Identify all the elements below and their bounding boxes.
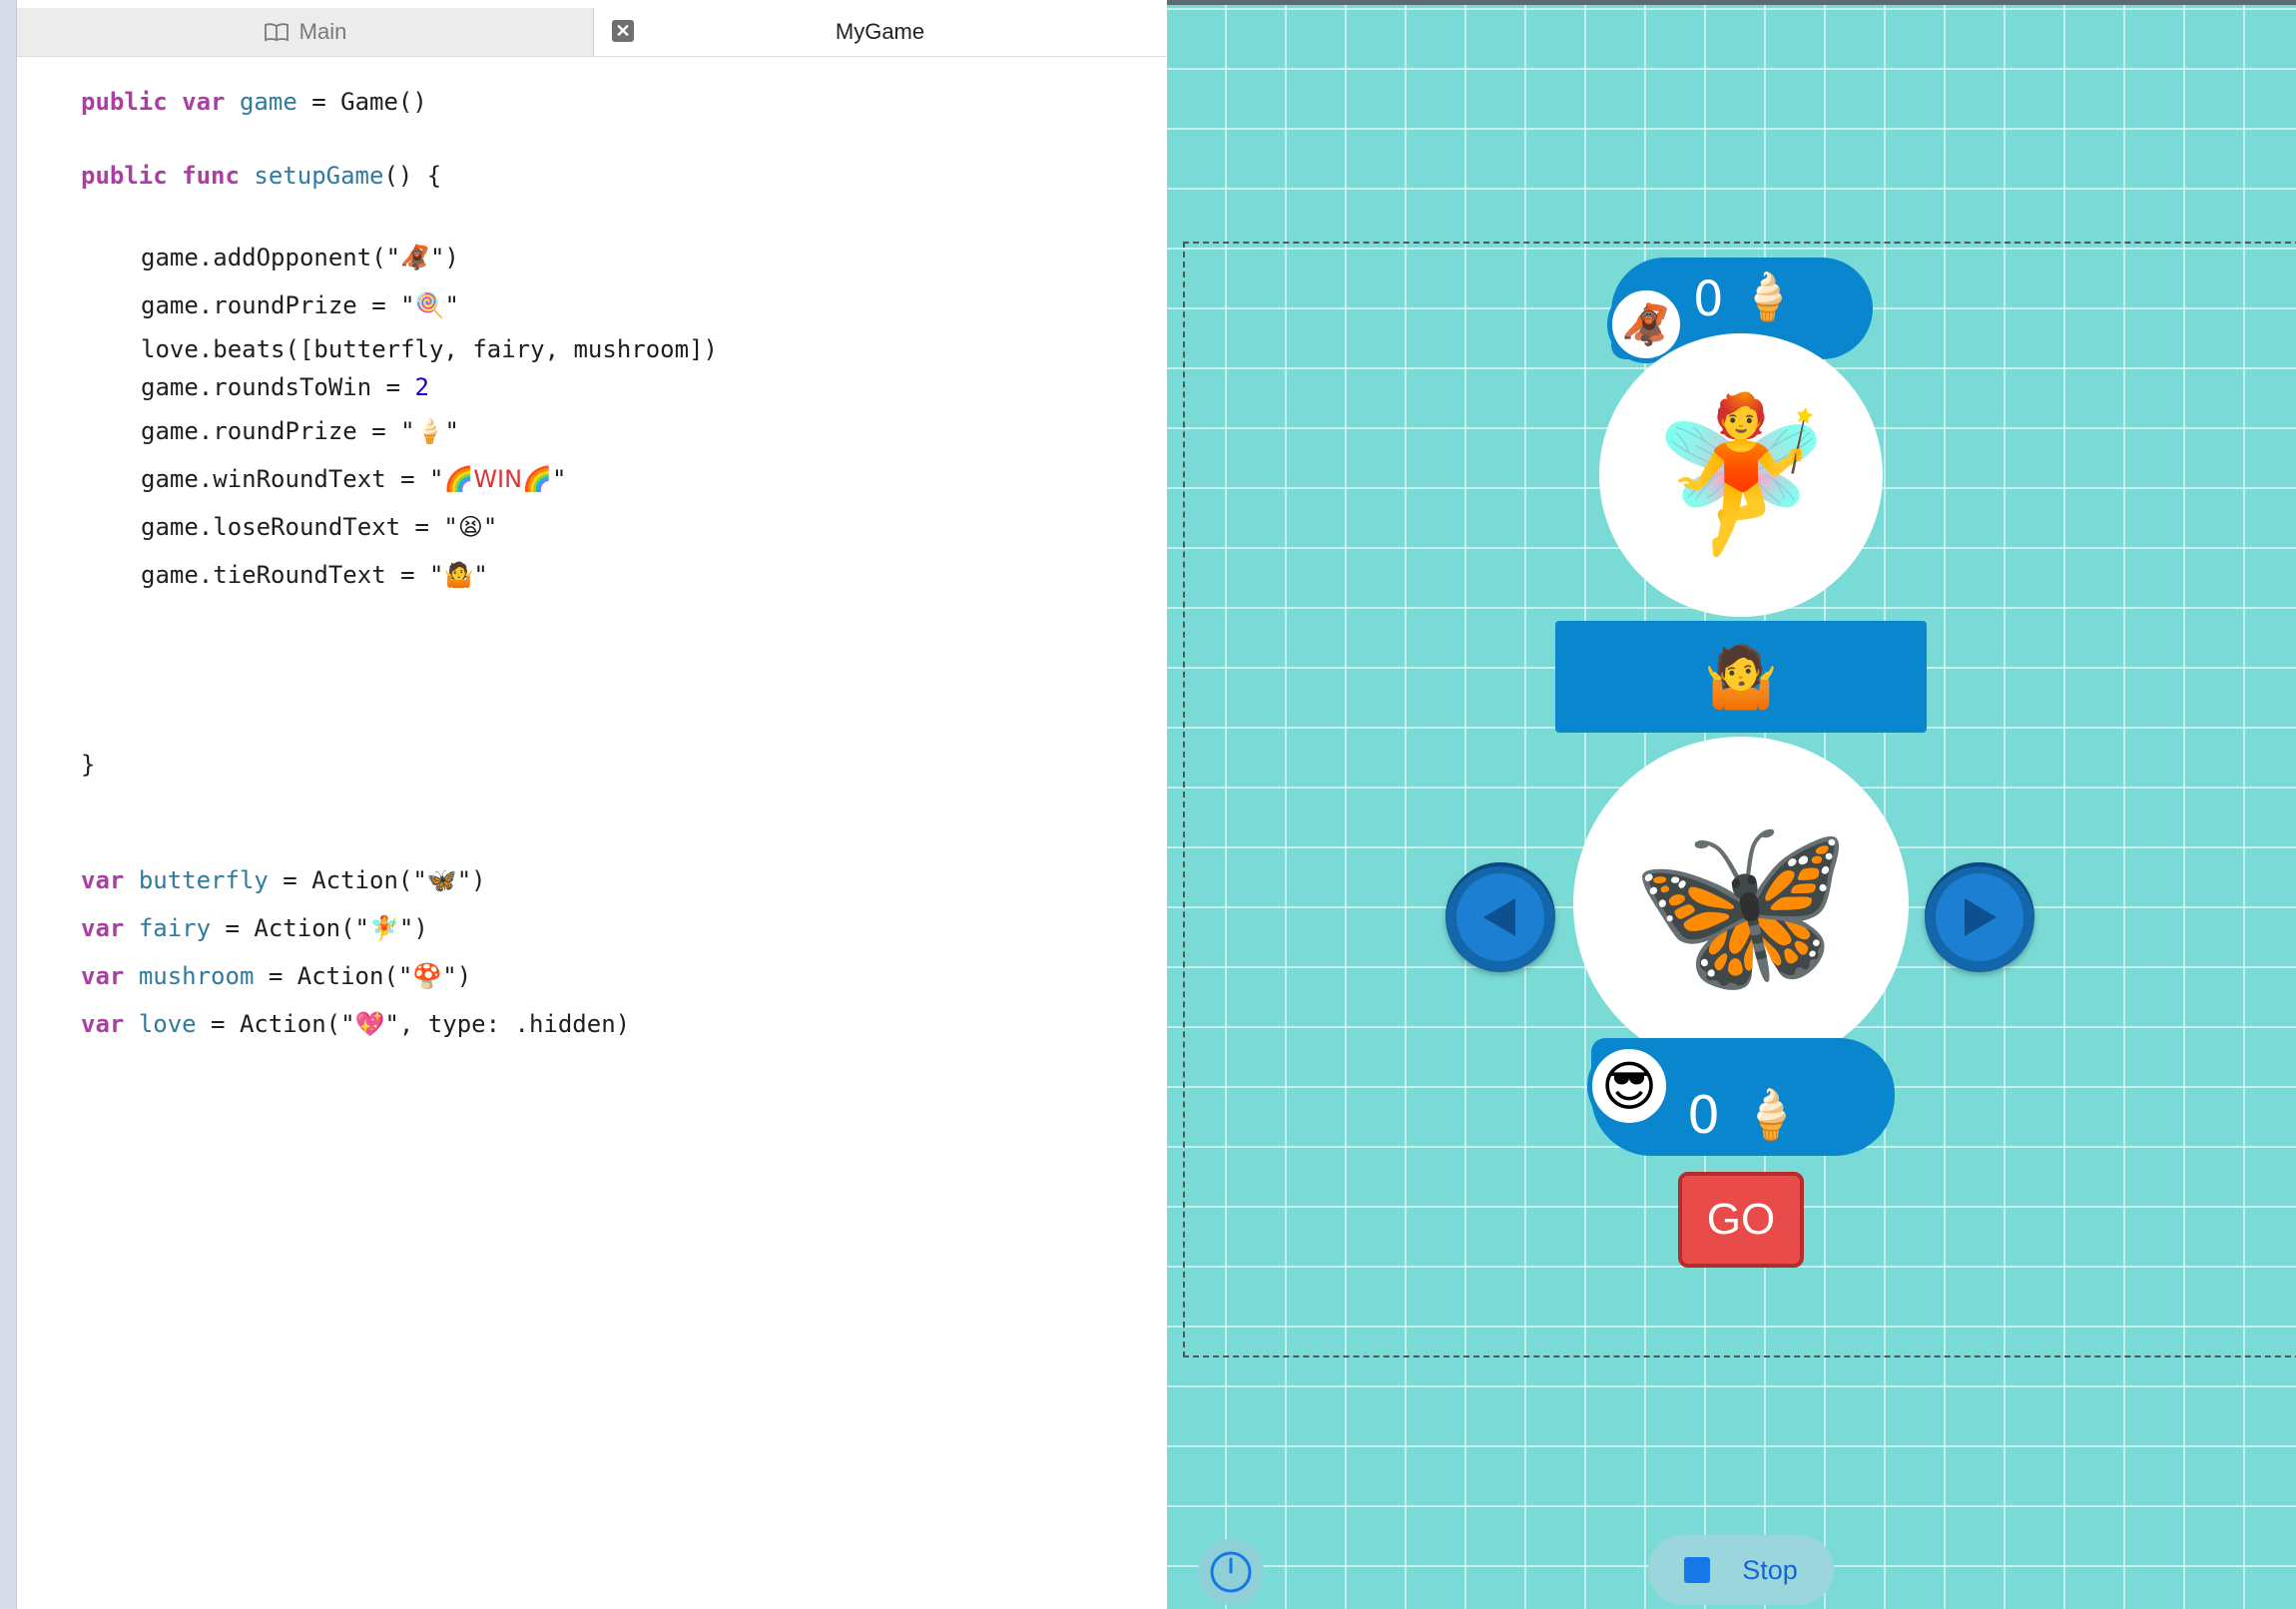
player-avatar: 😎 — [1587, 1044, 1671, 1128]
stop-label: Stop — [1742, 1554, 1798, 1585]
code-line: game.tieRoundText = "🤷" — [141, 561, 488, 589]
stop-button[interactable]: Stop — [1648, 1535, 1834, 1605]
right-arrow-icon — [1965, 898, 1997, 936]
player-choice: 🦋 — [1573, 737, 1909, 1072]
sidebar-strip — [0, 0, 17, 1609]
code-line: game.winRoundText = "🌈WIN🌈" — [141, 465, 567, 493]
code-line: game.loseRoundText = "😫" — [141, 513, 498, 541]
code-line: public var game = Game() — [81, 88, 427, 116]
opponent-prize-icon: 🍦 — [1739, 269, 1797, 323]
code-line: } — [81, 751, 96, 779]
go-label: GO — [1706, 1195, 1776, 1244]
code-line: var butterfly = Action("🦋") — [81, 866, 486, 894]
code-area[interactable]: public var game = Game() public func set… — [17, 0, 1166, 1609]
code-line: game.roundPrize = "🍭" — [141, 291, 459, 319]
player-score: 0 — [1687, 1086, 1721, 1146]
code-line: game.roundPrize = "🍦" — [141, 417, 459, 445]
left-arrow-icon — [1483, 898, 1515, 936]
code-line: var love = Action("💖", type: .hidden) — [81, 1010, 631, 1038]
code-line: love.beats([butterfly, fairy, mushroom]) — [141, 335, 718, 363]
code-line: public func setupGame() { — [81, 162, 442, 190]
code-editor[interactable]: Main MyGame ✕ public var game = Game() p… — [17, 0, 1166, 1609]
previous-choice-button[interactable] — [1445, 862, 1555, 972]
code-line: game.addOpponent("🦧") — [141, 244, 459, 271]
code-line: var mushroom = Action("🍄") — [81, 962, 472, 990]
go-button[interactable]: GO — [1678, 1172, 1804, 1268]
player-prize-icon: 🍦 — [1741, 1087, 1801, 1143]
speed-gauge-button[interactable] — [1198, 1539, 1264, 1605]
opponent-score: 0 — [1693, 271, 1724, 327]
opponent-choice: 🧚 — [1599, 333, 1883, 617]
stage-top-border — [1167, 0, 2296, 5]
code-line: game.roundsToWin = 2 — [141, 373, 429, 401]
stop-icon — [1684, 1557, 1711, 1583]
result-banner: 🤷 — [1555, 621, 1927, 733]
code-line: var fairy = Action("🧚") — [81, 914, 428, 942]
speedometer-icon — [1210, 1551, 1252, 1593]
next-choice-button[interactable] — [1925, 862, 2034, 972]
